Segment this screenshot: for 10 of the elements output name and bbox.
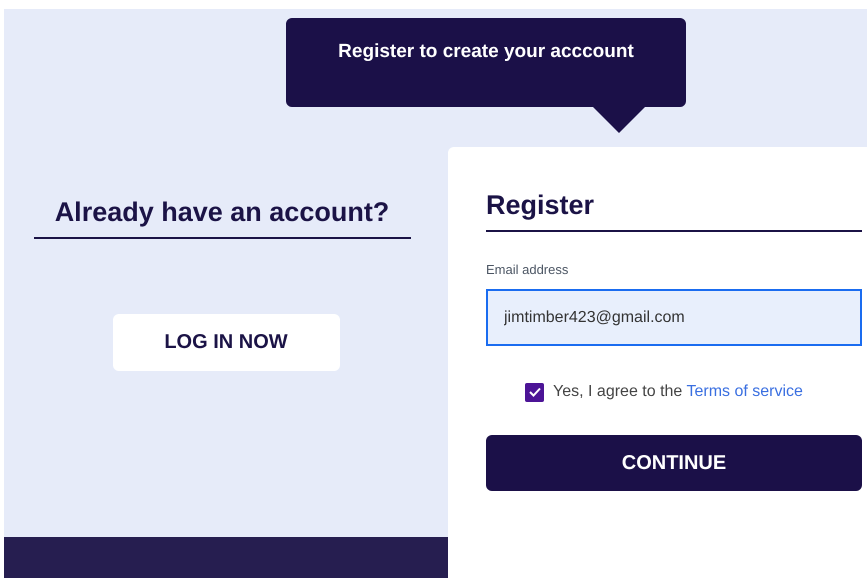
log-in-button[interactable]: LOG IN NOW (112, 314, 340, 370)
agree-checkbox[interactable] (525, 382, 544, 402)
register-heading: Register (486, 185, 862, 232)
agree-text: Yes, I agree to the Terms of service (553, 382, 803, 402)
email-label: Email address (486, 260, 568, 278)
check-icon (528, 387, 541, 397)
terms-link[interactable]: Terms of service (686, 383, 803, 400)
continue-button[interactable]: CONTINUE (486, 435, 862, 491)
tooltip-text: Register to create your acccount (338, 40, 634, 64)
login-heading: Already have an account? (34, 192, 410, 238)
